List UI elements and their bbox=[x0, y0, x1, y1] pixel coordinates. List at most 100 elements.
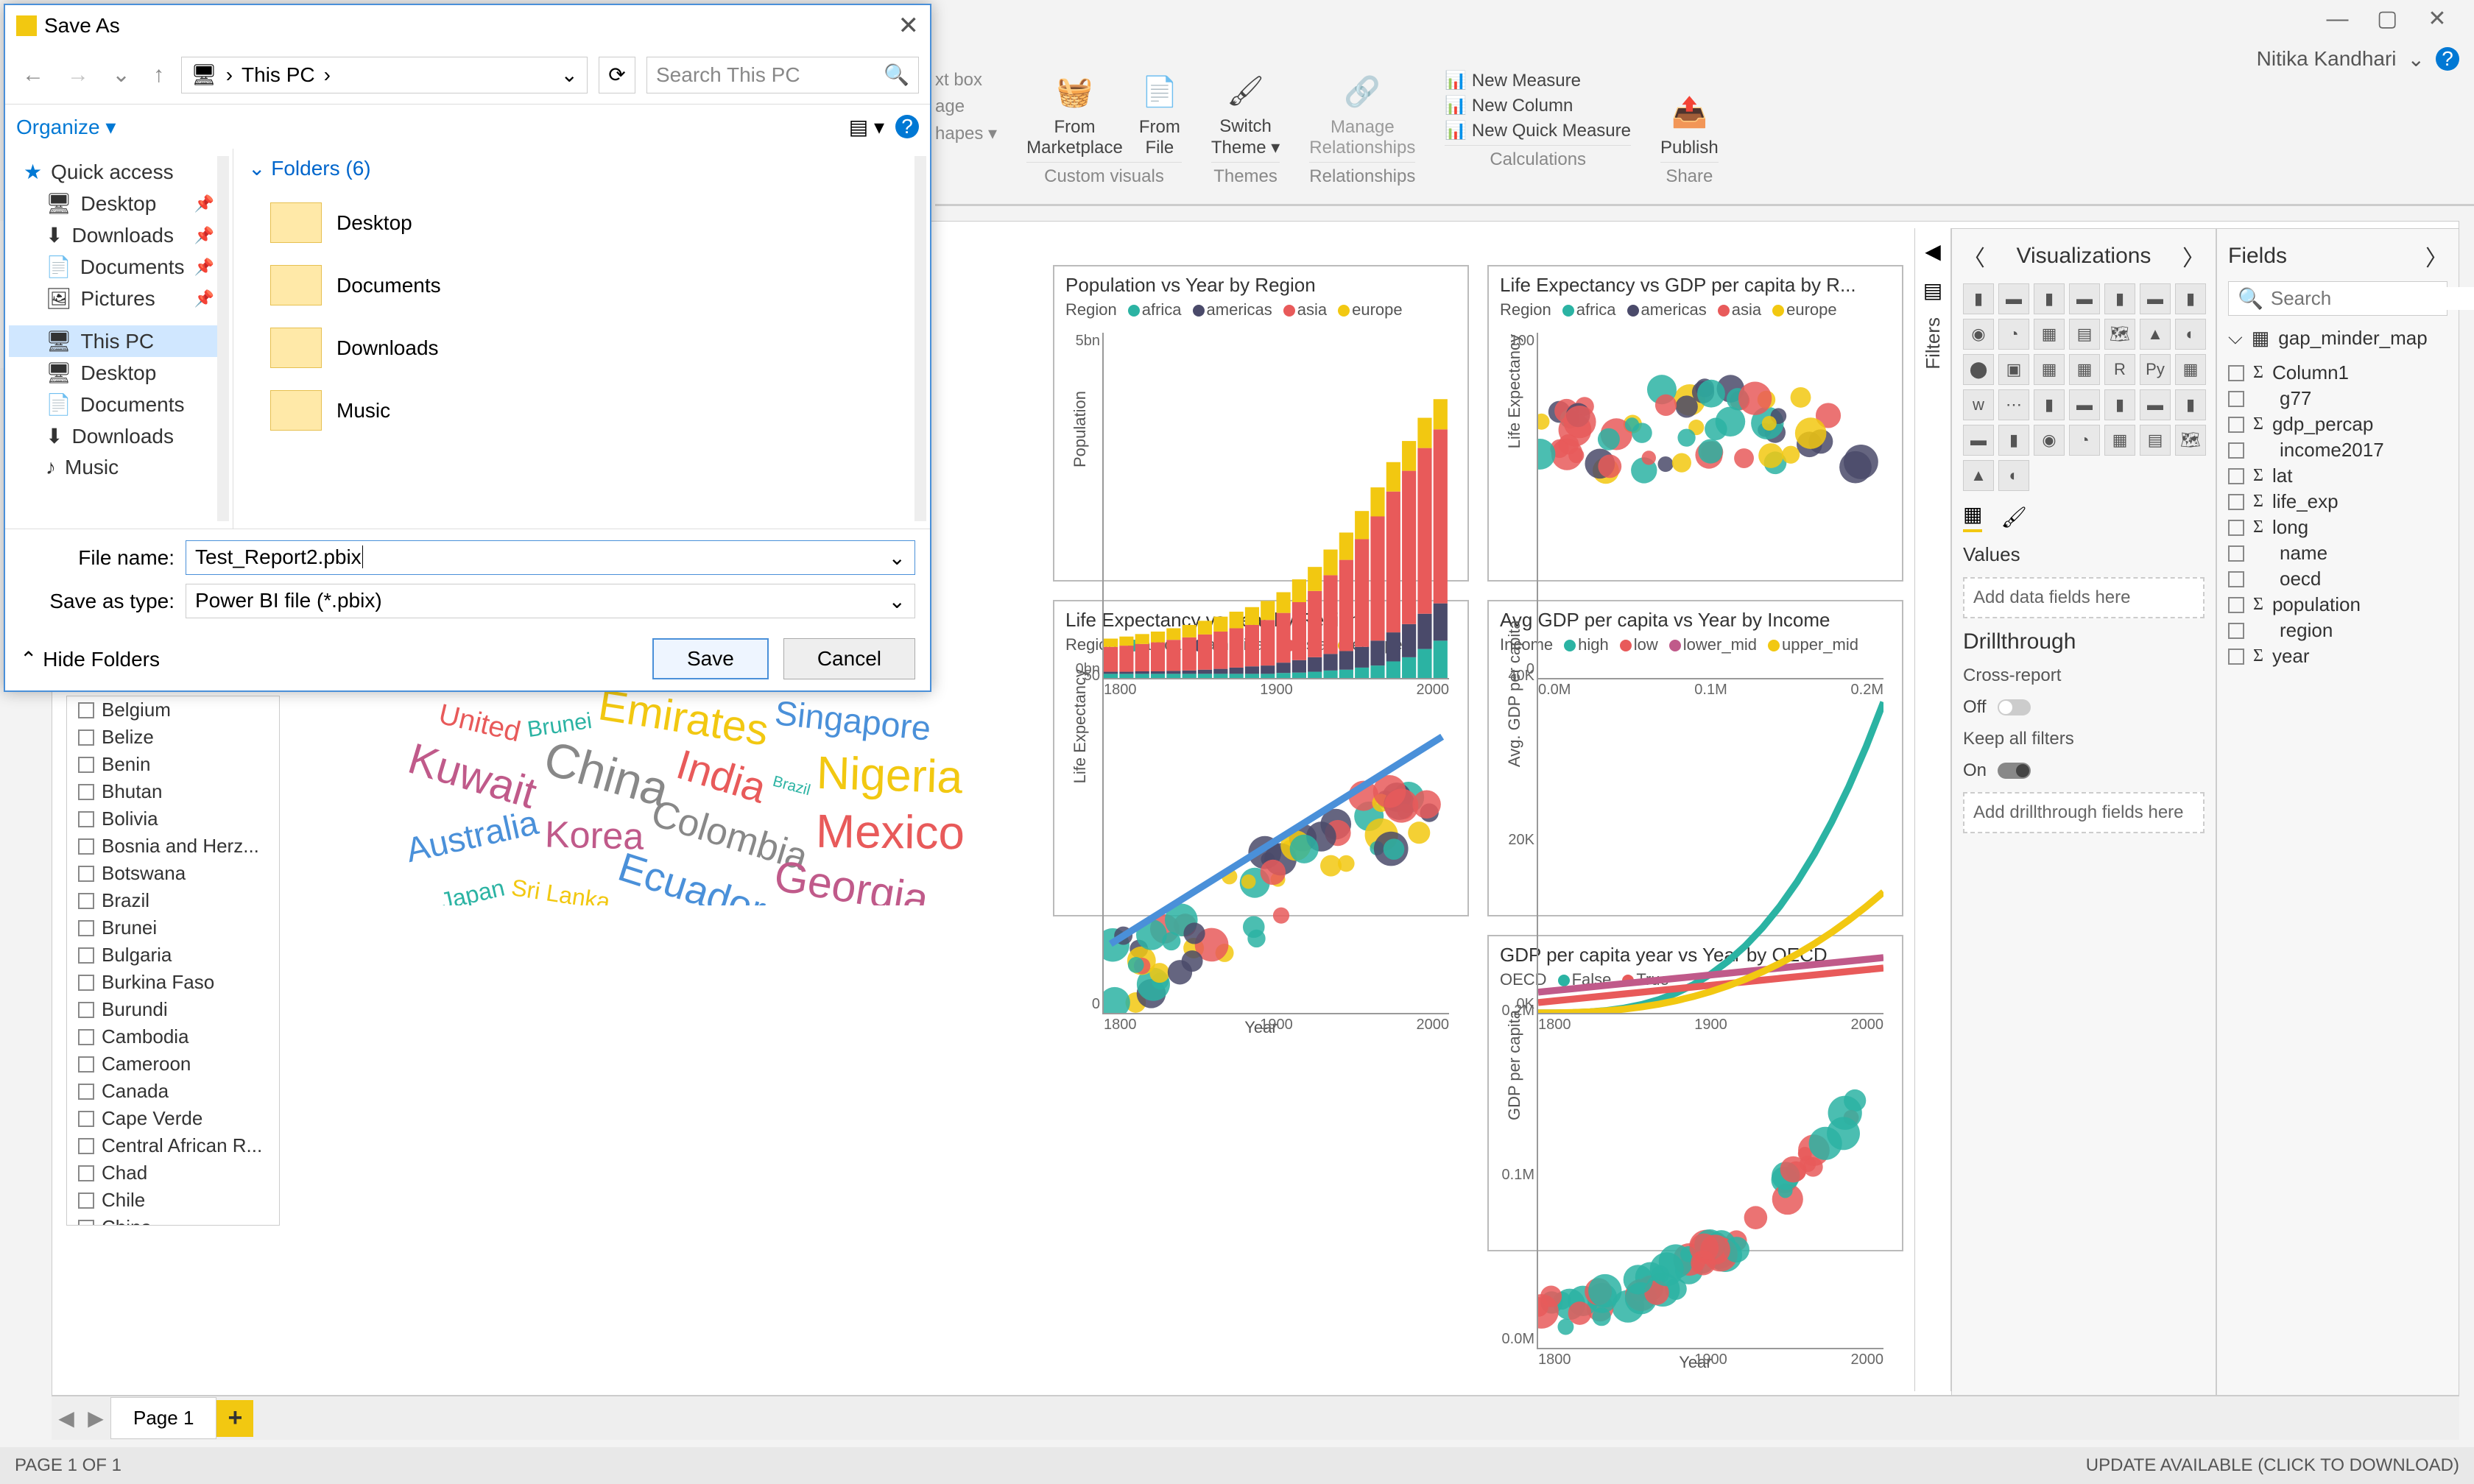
nav-up-icon[interactable]: ↑ bbox=[147, 63, 170, 88]
field-Column1[interactable]: ΣColumn1 bbox=[2228, 360, 2447, 386]
nav-fwd-icon[interactable]: → bbox=[61, 63, 95, 88]
slicer-item[interactable]: Benin bbox=[67, 751, 279, 778]
values-dropzone[interactable]: Add data fields here bbox=[1963, 577, 2205, 618]
chevron-down-icon[interactable]: ⌄ bbox=[2408, 47, 2425, 71]
sidebar-item-documents[interactable]: 📄Documents📌 bbox=[9, 251, 229, 283]
maximize-icon[interactable]: ▢ bbox=[2365, 6, 2409, 32]
viz-type-29[interactable]: ▮ bbox=[1998, 425, 2029, 456]
field-g77[interactable]: g77 bbox=[2228, 386, 2447, 411]
viz-type-32[interactable]: ▦ bbox=[2104, 425, 2135, 456]
drillthrough-dropzone[interactable]: Add drillthrough fields here bbox=[1963, 792, 2205, 833]
field-lat[interactable]: Σlat bbox=[2228, 463, 2447, 489]
viz-type-6[interactable]: ▮ bbox=[2175, 283, 2206, 314]
fields-search-input[interactable] bbox=[2271, 287, 2474, 310]
textbox-stub[interactable]: xt box bbox=[935, 70, 982, 91]
cross-report-toggle[interactable] bbox=[1998, 699, 2031, 716]
slicer-item[interactable]: Brunei bbox=[67, 914, 279, 941]
from-marketplace-button[interactable]: 🧺From Marketplace bbox=[1026, 69, 1123, 158]
tab-prev[interactable]: ◀ bbox=[52, 1406, 81, 1430]
viz-type-2[interactable]: ▮ bbox=[2034, 283, 2065, 314]
new-measure-button[interactable]: New Measure bbox=[1445, 70, 1631, 91]
slicer-item[interactable]: Cambodia bbox=[67, 1023, 279, 1050]
slicer-item[interactable]: Burkina Faso bbox=[67, 969, 279, 996]
switch-theme-button[interactable]: 🖌Switch Theme ▾ bbox=[1211, 68, 1280, 158]
image-stub[interactable]: age bbox=[935, 96, 965, 117]
fields-search[interactable]: 🔍 bbox=[2228, 281, 2447, 316]
viz-type-14[interactable]: ⬤ bbox=[1963, 354, 1994, 385]
view-options-icon[interactable]: ▤ ▾ bbox=[849, 115, 884, 139]
viz-type-21[interactable]: w bbox=[1963, 389, 1994, 420]
viz-type-22[interactable]: ⋯ bbox=[1998, 389, 2029, 420]
save-button[interactable]: Save bbox=[652, 638, 769, 679]
viz-type-34[interactable]: 🗺 bbox=[2175, 425, 2206, 456]
viz-type-10[interactable]: ▤ bbox=[2069, 319, 2100, 350]
sidebar-item-documents[interactable]: 📄Documents bbox=[9, 389, 229, 420]
slicer-countries[interactable]: BelgiumBelizeBeninBhutanBoliviaBosnia an… bbox=[66, 696, 280, 1226]
slicer-item[interactable]: Cameroon bbox=[67, 1050, 279, 1078]
viz-type-27[interactable]: ▮ bbox=[2175, 389, 2206, 420]
minimize-icon[interactable]: — bbox=[2315, 7, 2359, 32]
viz-type-36[interactable]: ◐ bbox=[1998, 460, 2029, 491]
slicer-item[interactable]: Belize bbox=[67, 724, 279, 751]
slicer-item[interactable]: Chile bbox=[67, 1187, 279, 1214]
slicer-item[interactable]: Cape Verde bbox=[67, 1105, 279, 1132]
chart-legdp[interactable]: Life Expectancy vs GDP per capita by R..… bbox=[1487, 265, 1903, 582]
expand-filters-icon[interactable]: ◀ bbox=[1925, 239, 1941, 264]
viz-type-26[interactable]: ▬ bbox=[2140, 389, 2171, 420]
viz-type-11[interactable]: 🗺 bbox=[2104, 319, 2135, 350]
folder-documents[interactable]: Documents bbox=[248, 254, 915, 317]
viz-type-16[interactable]: ▦ bbox=[2034, 354, 2065, 385]
filetype-select[interactable]: Power BI file (*.pbix)⌄ bbox=[186, 584, 915, 618]
keep-filters-toggle[interactable] bbox=[1998, 763, 2031, 779]
field-region[interactable]: region bbox=[2228, 618, 2447, 643]
publish-button[interactable]: 📤Publish bbox=[1660, 90, 1719, 158]
slicer-item[interactable]: Central African R... bbox=[67, 1132, 279, 1159]
viz-type-4[interactable]: ▮ bbox=[2104, 283, 2135, 314]
viz-type-13[interactable]: ◐ bbox=[2175, 319, 2206, 350]
field-year[interactable]: Σyear bbox=[2228, 643, 2447, 669]
viz-type-28[interactable]: ▬ bbox=[1963, 425, 1994, 456]
viz-type-7[interactable]: ◉ bbox=[1963, 319, 1994, 350]
viz-type-0[interactable]: ▮ bbox=[1963, 283, 1994, 314]
viz-type-15[interactable]: ▣ bbox=[1998, 354, 2029, 385]
collapse-viz-icon[interactable]: 〈 bbox=[1963, 240, 1985, 272]
refresh-icon[interactable]: ⟳ bbox=[599, 57, 635, 93]
add-page-button[interactable]: + bbox=[216, 1400, 253, 1437]
slicer-item[interactable]: Bulgaria bbox=[67, 941, 279, 969]
field-name[interactable]: name bbox=[2228, 540, 2447, 566]
sidebar-item-downloads[interactable]: ⬇Downloads bbox=[9, 420, 229, 452]
slicer-item[interactable]: Bosnia and Herz... bbox=[67, 833, 279, 860]
viz-type-19[interactable]: Py bbox=[2140, 354, 2171, 385]
folder-desktop[interactable]: Desktop bbox=[248, 191, 915, 254]
field-population[interactable]: Σpopulation bbox=[2228, 592, 2447, 618]
manage-relationships-button[interactable]: 🔗Manage Relationships bbox=[1309, 69, 1415, 158]
field-life_exp[interactable]: Σlife_exp bbox=[2228, 489, 2447, 515]
sidebar-item-downloads[interactable]: ⬇Downloads📌 bbox=[9, 219, 229, 251]
expand-icon[interactable]: ⌄ bbox=[248, 157, 271, 180]
sidebar-item-music[interactable]: ♪Music bbox=[9, 452, 229, 483]
viz-type-17[interactable]: ▦ bbox=[2069, 354, 2100, 385]
sidebar-item-pictures[interactable]: 🖼Pictures📌 bbox=[9, 283, 229, 314]
organize-menu[interactable]: Organize ▾ bbox=[16, 115, 116, 139]
viz-type-9[interactable]: ▦ bbox=[2034, 319, 2065, 350]
expand-viz-icon[interactable]: 〉 bbox=[2182, 240, 2205, 272]
slicer-item[interactable]: Canada bbox=[67, 1078, 279, 1105]
expand-fields-icon[interactable]: 〉 bbox=[2425, 240, 2447, 272]
cancel-button[interactable]: Cancel bbox=[783, 638, 915, 679]
viz-type-3[interactable]: ▬ bbox=[2069, 283, 2100, 314]
viz-type-30[interactable]: ◉ bbox=[2034, 425, 2065, 456]
new-quick-measure-button[interactable]: New Quick Measure bbox=[1445, 120, 1631, 141]
viz-type-8[interactable]: ◔ bbox=[1998, 319, 2029, 350]
explorer-search[interactable]: Search This PC 🔍 bbox=[646, 57, 919, 93]
sidebar-item-desktop[interactable]: 🖥Desktop bbox=[9, 357, 229, 389]
tab-next[interactable]: ▶ bbox=[81, 1406, 110, 1430]
slicer-item[interactable]: China bbox=[67, 1214, 279, 1226]
shapes-stub[interactable]: hapes ▾ bbox=[935, 123, 997, 144]
viz-type-12[interactable]: ▲ bbox=[2140, 319, 2171, 350]
viz-type-33[interactable]: ▤ bbox=[2140, 425, 2171, 456]
hide-folders-button[interactable]: ⌃ Hide Folders bbox=[20, 647, 160, 671]
collapse-icon[interactable]: ⌵ bbox=[2228, 326, 2243, 350]
slicer-item[interactable]: Burundi bbox=[67, 996, 279, 1023]
field-oecd[interactable]: oecd bbox=[2228, 566, 2447, 592]
help-icon[interactable]: ? bbox=[2436, 47, 2459, 71]
